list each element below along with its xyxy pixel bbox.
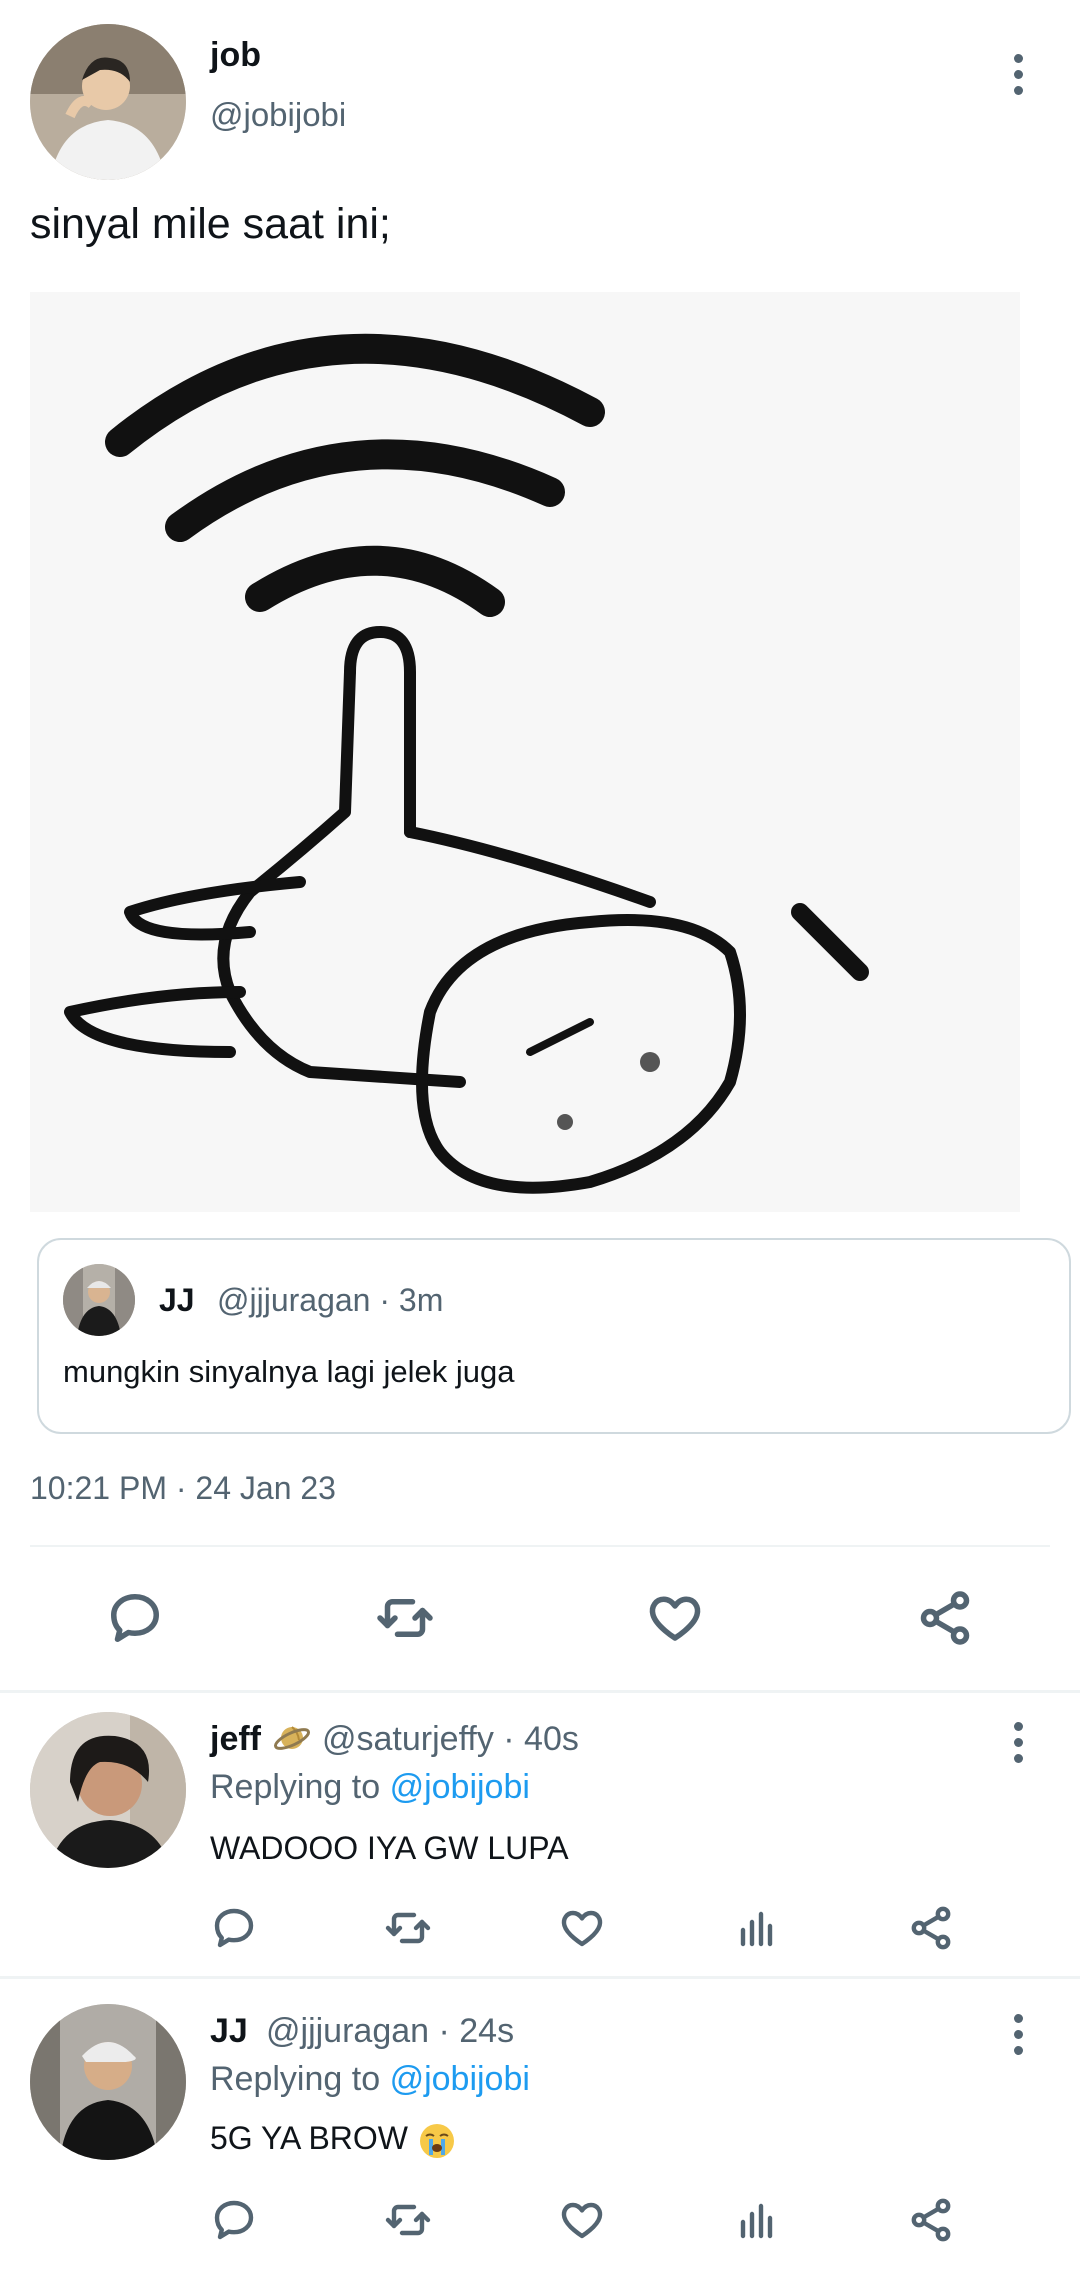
retweet-icon[interactable]: [384, 1904, 432, 1952]
divider: [0, 1690, 1080, 1693]
saturn-emoji-icon: [272, 1718, 312, 1758]
more-options-icon[interactable]: [1011, 2014, 1025, 2055]
reply-icon[interactable]: [210, 2196, 258, 2244]
quoted-author-name[interactable]: JJ: [159, 1282, 195, 1319]
like-icon[interactable]: [645, 1588, 705, 1648]
tweet-text: sinyal mile saat ini;: [30, 200, 391, 248]
quoted-tweet-card[interactable]: JJ @jjjuragan · 3m mungkin sinyalnya lag…: [37, 1238, 1071, 1434]
share-icon[interactable]: [907, 2196, 955, 2244]
divider: [30, 1545, 1050, 1547]
replying-to-line: Replying to @jobijobi: [210, 1768, 530, 1807]
more-options-icon[interactable]: [1011, 54, 1025, 95]
reply-text: WADOOO IYA GW LUPA: [210, 1830, 569, 1866]
replying-to-prefix: Replying to: [210, 2060, 381, 2098]
analytics-icon[interactable]: [733, 1904, 781, 1952]
more-options-icon[interactable]: [1011, 1722, 1025, 1763]
author-name[interactable]: job: [210, 36, 261, 75]
reply-icon[interactable]: [210, 1904, 258, 1952]
author-avatar[interactable]: [30, 24, 186, 180]
like-icon[interactable]: [558, 2196, 606, 2244]
reply-author-name[interactable]: jeff: [210, 1720, 261, 1759]
like-icon[interactable]: [558, 1904, 606, 1952]
share-icon[interactable]: [915, 1588, 975, 1648]
share-icon[interactable]: [907, 1904, 955, 1952]
replying-to-line: Replying to @jobijobi: [210, 2060, 530, 2099]
divider: [0, 1976, 1080, 1979]
reply-author-avatar[interactable]: [30, 1712, 186, 1868]
reply-author-avatar[interactable]: [30, 2004, 186, 2160]
reply-meta[interactable]: @jjjuragan · 24s: [266, 2012, 514, 2051]
tweet-timestamp[interactable]: 10:21 PM · 24 Jan 23: [30, 1470, 336, 1507]
loudly-crying-face-emoji-icon: [419, 2123, 454, 2158]
reply-text-line: 5G YA BROW: [210, 2120, 457, 2161]
wifi-signal-thumbs-up-phone-meme-icon: [30, 292, 1020, 1212]
tweet-media-image[interactable]: [30, 292, 1020, 1212]
quoted-author-avatar[interactable]: [63, 1264, 135, 1336]
reply-icon[interactable]: [105, 1588, 165, 1648]
analytics-icon[interactable]: [733, 2196, 781, 2244]
replying-to-mention[interactable]: @jobijobi: [390, 2060, 530, 2098]
reply-author-name[interactable]: JJ: [210, 2012, 248, 2051]
replying-to-prefix: Replying to: [210, 1768, 381, 1806]
retweet-icon[interactable]: [384, 2196, 432, 2244]
author-handle[interactable]: @jobijobi: [210, 96, 346, 134]
quoted-tweet-meta[interactable]: @jjjuragan · 3m: [217, 1282, 443, 1319]
reply-text: 5G YA BROW: [210, 2120, 408, 2156]
retweet-icon[interactable]: [375, 1588, 435, 1648]
quoted-tweet-text: mungkin sinyalnya lagi jelek juga: [63, 1354, 515, 1389]
replying-to-mention[interactable]: @jobijobi: [390, 1768, 530, 1806]
reply-meta[interactable]: @saturjeffy · 40s: [322, 1720, 579, 1759]
